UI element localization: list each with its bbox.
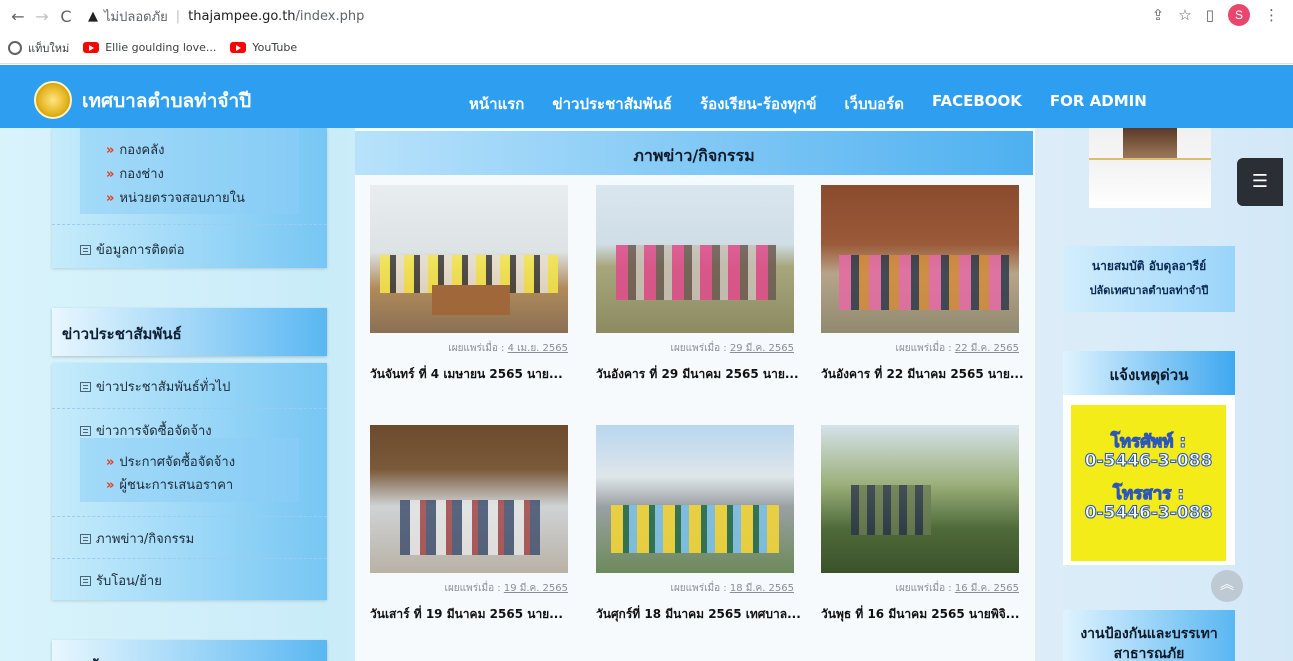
bookmark-youtube[interactable]: YouTube [230,41,297,54]
sidebar-link-pr-general[interactable]: ข่าวประชาสัมพันธ์ทั่วไป [80,376,230,397]
nav-admin[interactable]: FOR ADMIN [1050,92,1147,116]
sidebar-link-audit[interactable]: » หน่วยตรวจสอบภายใน [106,187,245,208]
browser-toolbar: ← → C ▲ ไม่ปลอดภัย | thajampee.go.th /in… [0,0,1293,32]
news-photo[interactable] [370,425,568,573]
page-body: » กองคลัง » กองช่าง » หน่วยตรวจสอบภายใน ข้อ… [0,128,1293,661]
youtube-icon [83,42,100,53]
star-icon[interactable]: ☆ [1178,6,1191,24]
site-header: เทศบาลตำบลท่าจำปี หน้าแรก ข่าวประชาสัมพั… [0,65,1293,128]
url-domain: thajampee.go.th [188,8,296,24]
bookmarks-bar: แท็บใหม่ Ellie goulding love... YouTube [0,32,1293,64]
official-photo [1089,128,1211,208]
news-heading: ภาพข่าว/กิจกรรม [355,131,1033,175]
back-icon[interactable]: ← [6,4,30,28]
news-card[interactable]: เผยแพร่เมื่อ : 19 มี.ค. 2565 วันเสาร์ ที… [370,425,568,624]
sidebar-link-transfer[interactable]: รับโอน/ย้าย [80,570,162,591]
news-date[interactable]: 22 มี.ค. 2565 [955,343,1019,354]
news-caption[interactable]: วันศุกร์ที่ 18 มีนาคม 2565 เทศบาล... [596,605,801,624]
official-name: นายสมบัติ อับดุลอารีย์ [1091,259,1207,273]
news-date[interactable]: 29 มี.ค. 2565 [730,343,794,354]
news-photo[interactable] [821,185,1019,333]
news-caption[interactable]: วันจันทร์ ที่ 4 เมษายน 2565 นาย... [370,365,568,384]
scroll-top-button[interactable]: ︽ [1211,570,1243,602]
profile-avatar[interactable]: S [1228,4,1250,26]
news-date[interactable]: 19 มี.ค. 2565 [504,583,568,594]
divider [52,224,327,225]
url-path: /index.php [295,8,365,24]
share-icon[interactable]: ⇪ [1152,6,1165,24]
sidebar-link-activities[interactable]: ภาพข่าว/กิจกรรม [80,528,194,549]
reload-icon[interactable]: C [54,4,78,28]
nav-webboard[interactable]: เว็บบอร์ด [845,92,904,116]
security-label: ไม่ปลอดภัย [104,9,168,25]
news-card[interactable]: เผยแพร่เมื่อ : 18 มี.ค. 2565 วันศุกร์ที่… [596,425,801,624]
emergency-contact-banner[interactable]: โทรศัพท์ : 0-5446-3-088 โทรสาร : 0-5446-… [1071,405,1226,561]
pr-section-heading: ข่าวประชาสัมพันธ์ [52,308,327,356]
news-photo[interactable] [596,185,794,333]
news-caption[interactable]: วันอังคาร ที่ 22 มีนาคม 2565 นาย... [821,365,1024,384]
youtube-icon [230,42,247,53]
official-title: ปลัดเทศบาลตำบลท่าจำปี [1089,284,1209,297]
news-caption[interactable]: วันเสาร์ ที่ 19 มีนาคม 2565 นาย... [370,605,568,624]
news-date[interactable]: 18 มี.ค. 2565 [730,583,794,594]
news-card[interactable]: เผยแพร่เมื่อ : 22 มี.ค. 2565 วันอังคาร ท… [821,185,1024,384]
document-icon [80,426,91,436]
nav-facebook[interactable]: FACEBOOK [932,92,1022,116]
nav-complaints[interactable]: ร้องเรียน-ร้องทุกข์ [700,92,816,116]
kebab-menu-icon[interactable]: ⋮ [1264,6,1279,24]
main-nav: หน้าแรก ข่าวประชาสัมพันธ์ ร้องเรียน-ร้อง… [469,92,1175,116]
news-date[interactable]: 16 มี.ค. 2565 [955,583,1019,594]
sidebar-link-finance[interactable]: » กองคลัง [106,139,164,160]
municipal-seal-logo[interactable] [34,81,72,119]
divider [52,516,327,517]
document-icon [80,245,91,255]
nav-news[interactable]: ข่าวประชาสัมพันธ์ [552,92,672,116]
fax-number: 0-5446-3-088 [1084,503,1213,523]
news-card[interactable]: เผยแพร่เมื่อ : 29 มี.ค. 2565 วันอังคาร ท… [596,185,799,384]
forward-icon[interactable]: → [30,4,54,28]
site-name[interactable]: เทศบาลตำบลท่าจำปี [82,86,251,116]
nav-home[interactable]: หน้าแรก [469,92,524,116]
sidebar-link-bid-winner[interactable]: » ผู้ชนะการเสนอราคา [106,474,233,495]
news-photo[interactable] [596,425,794,573]
phone-number: 0-5446-3-088 [1084,451,1213,471]
emergency-box: โทรศัพท์ : 0-5446-3-088 โทรสาร : 0-5446-… [1063,395,1235,565]
emergency-heading: แจ้งเหตุด่วน [1063,351,1235,395]
sidebar-link-procurement-notice[interactable]: » ประกาศจัดซื้อจัดจ้าง [106,451,235,472]
side-panel-icon[interactable]: ▯ [1206,6,1214,24]
divider [52,558,327,559]
address-bar[interactable]: ▲ ไม่ปลอดภัย | thajampee.go.th /index.ph… [88,6,364,27]
document-icon [80,576,91,586]
next-section-heading: ฐานข้อมูล [52,640,327,661]
fax-label: โทรสาร : [1112,484,1185,504]
divider [52,408,327,409]
document-icon [80,382,91,392]
settings-sliders-icon[interactable]: ☰ [1237,158,1283,206]
news-caption[interactable]: วันพุธ ที่ 16 มีนาคม 2565 นายพิจิ... [821,605,1019,624]
bookmark-new-tab[interactable]: แท็บใหม่ [8,39,69,57]
disaster-prevention-heading: งานป้องกันและบรรเทาสาธารณภัย [1063,610,1235,661]
news-card[interactable]: เผยแพร่เมื่อ : 16 มี.ค. 2565 วันพุธ ที่ … [821,425,1019,624]
news-photo[interactable] [370,185,568,333]
globe-icon [8,40,22,55]
news-photo[interactable] [821,425,1019,573]
bookmark-ellie[interactable]: Ellie goulding love... [83,41,216,54]
phone-label: โทรศัพท์ : [1110,432,1187,452]
sidebar-link-engineering[interactable]: » กองช่าง [106,163,164,184]
official-card: นายสมบัติ อับดุลอารีย์ ปลัดเทศบาลตำบลท่า… [1063,246,1235,312]
sidebar-link-contact[interactable]: ข้อมูลการติดต่อ [80,239,185,260]
warning-icon: ▲ [88,8,98,24]
news-date[interactable]: 4 เม.ย. 2565 [508,343,568,354]
document-icon [80,534,91,544]
news-card[interactable]: เผยแพร่เมื่อ : 4 เม.ย. 2565 วันจันทร์ ที… [370,185,568,384]
news-caption[interactable]: วันอังคาร ที่ 29 มีนาคม 2565 นาย... [596,365,799,384]
